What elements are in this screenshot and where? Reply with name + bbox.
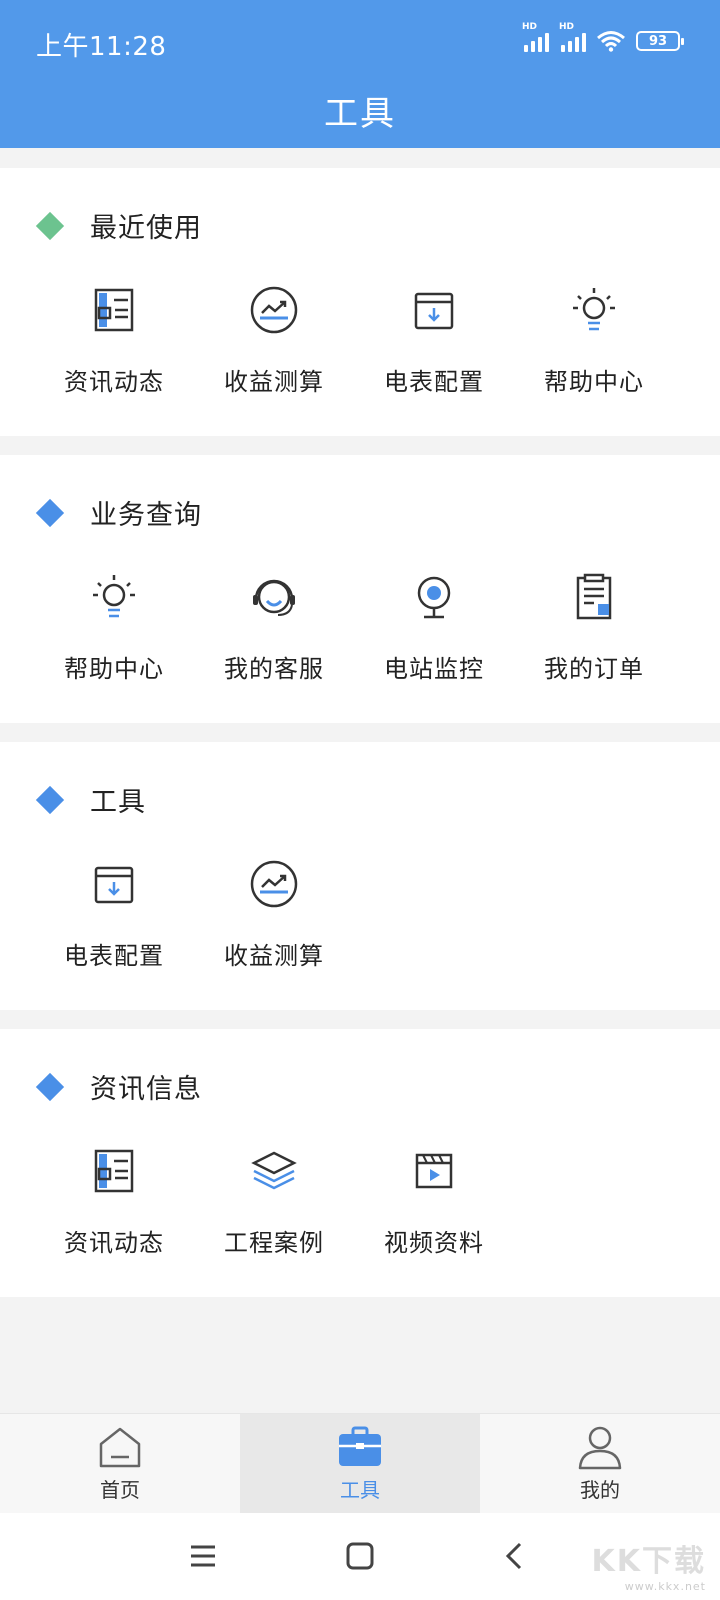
tool-label: 资讯动态 <box>64 368 164 396</box>
tool-help-center[interactable]: 帮助中心 <box>34 571 194 684</box>
tool-label: 电站监控 <box>384 655 484 683</box>
tool-news[interactable]: 资讯动态 <box>34 284 194 397</box>
section-header: 最近使用 <box>35 206 202 245</box>
signal-icon: HD <box>522 22 549 52</box>
home-button-icon[interactable] <box>345 1541 375 1571</box>
tab-label: 我的 <box>580 1478 620 1502</box>
section-title: 工具 <box>90 787 146 818</box>
chart-trend-icon <box>250 860 298 908</box>
video-icon <box>415 1153 453 1189</box>
section-header: 工具 <box>35 780 146 819</box>
tab-label: 工具 <box>340 1478 380 1502</box>
chart-trend-icon <box>250 286 298 334</box>
tool-news[interactable]: 资讯动态 <box>34 1145 194 1258</box>
tool-label: 帮助中心 <box>544 368 644 396</box>
section-header: 业务查询 <box>35 493 202 532</box>
signal-icon: HD <box>559 22 586 52</box>
meter-box-icon <box>94 866 134 904</box>
section-title: 最近使用 <box>90 213 202 244</box>
bulb-icon <box>573 288 615 331</box>
tab-label: 首页 <box>100 1478 140 1502</box>
status-time: 上午11:28 <box>36 32 167 62</box>
tool-revenue-calc[interactable]: 收益测算 <box>194 284 354 397</box>
diamond-icon <box>35 498 65 527</box>
section-title: 业务查询 <box>90 500 202 531</box>
tool-meter-config[interactable]: 电表配置 <box>34 858 194 971</box>
back-icon[interactable] <box>500 1541 530 1571</box>
battery-indicator: 93 <box>636 31 684 51</box>
tool-help-center[interactable]: 帮助中心 <box>514 284 674 397</box>
menu-icon[interactable] <box>188 1541 218 1571</box>
tool-station-monitor[interactable]: 电站监控 <box>354 571 514 684</box>
tool-project-cases[interactable]: 工程案例 <box>194 1145 354 1258</box>
tab-home[interactable]: 首页 <box>0 1414 240 1513</box>
news-icon <box>94 1149 134 1193</box>
wifi-icon <box>597 31 625 52</box>
tool-video-materials[interactable]: 视频资料 <box>354 1145 514 1258</box>
home-icon <box>99 1427 141 1468</box>
tool-label: 帮助中心 <box>64 655 164 683</box>
tool-label: 我的订单 <box>544 655 644 683</box>
app-header: 上午11:28 HD HD 93 工具 <box>0 0 720 148</box>
diamond-icon <box>35 211 65 240</box>
tool-label: 收益测算 <box>224 942 324 970</box>
user-icon <box>578 1426 622 1470</box>
tool-label: 电表配置 <box>384 368 484 396</box>
bottom-tab-bar: 首页 工具 我的 <box>0 1413 720 1513</box>
section-news-info: 资讯信息 资讯动态 工程案例 视频资料 <box>0 1029 720 1297</box>
diamond-icon <box>35 785 65 814</box>
section-business-query: 业务查询 帮助中心 我的客服 电站监控 我的订单 <box>0 455 720 723</box>
tool-my-orders[interactable]: 我的订单 <box>514 571 674 684</box>
tool-label: 我的客服 <box>224 655 324 683</box>
bulb-icon <box>93 575 135 618</box>
diamond-icon <box>35 1072 65 1101</box>
tool-customer-service[interactable]: 我的客服 <box>194 571 354 684</box>
section-tools: 工具 电表配置 收益测算 <box>0 742 720 1010</box>
watermark-logo: KK下载 www.kkx.net <box>591 1544 706 1593</box>
headset-icon <box>253 579 295 616</box>
tool-label: 工程案例 <box>224 1229 324 1257</box>
news-icon <box>94 288 134 332</box>
tool-label: 资讯动态 <box>64 1229 164 1257</box>
tool-label: 收益测算 <box>224 368 324 396</box>
order-icon <box>576 573 612 620</box>
section-recent: 最近使用 资讯动态 收益测算 电表配置 帮助中心 <box>0 168 720 436</box>
toolbox-icon <box>339 1426 381 1466</box>
tool-label: 视频资料 <box>384 1229 484 1257</box>
tab-tools[interactable]: 工具 <box>240 1414 480 1513</box>
tool-label: 电表配置 <box>64 942 164 970</box>
camera-icon <box>417 576 451 619</box>
page-title: 工具 <box>324 94 396 134</box>
section-title: 资讯信息 <box>90 1074 202 1105</box>
tool-meter-config[interactable]: 电表配置 <box>354 284 514 397</box>
layers-icon <box>251 1151 297 1190</box>
section-header: 资讯信息 <box>35 1067 202 1106</box>
meter-box-icon <box>414 292 454 330</box>
status-icons: HD HD 93 <box>522 22 684 52</box>
tool-revenue-calc[interactable]: 收益测算 <box>194 858 354 971</box>
tab-mine[interactable]: 我的 <box>480 1414 720 1513</box>
